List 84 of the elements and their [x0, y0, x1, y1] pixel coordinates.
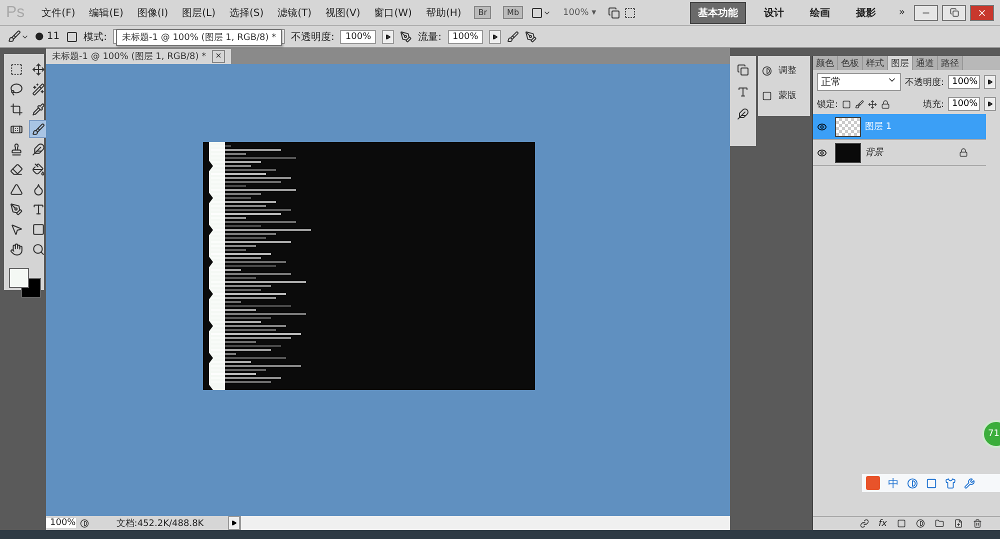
flow-field[interactable]: 100% [448, 30, 484, 44]
link-icon[interactable] [860, 519, 868, 528]
opacity-arrow-button[interactable] [382, 30, 394, 44]
square-icon [762, 90, 772, 100]
close-icon [977, 8, 987, 18]
mask-icon[interactable] [897, 519, 906, 528]
brush-icon[interactable] [29, 120, 47, 138]
trash-icon[interactable] [973, 519, 982, 528]
workspace-tab[interactable]: 摄影 [848, 2, 884, 24]
horizontal-scrollbar[interactable] [240, 516, 730, 530]
flow-arrow-button[interactable] [489, 30, 502, 44]
document-size-text: 文档:452.2K/488.8K [115, 518, 205, 530]
opacity-arrow-button[interactable] [984, 75, 996, 89]
flow-label: 流量: [418, 30, 442, 44]
screen-layout-icon[interactable] [531, 6, 552, 18]
wrench-icon[interactable] [964, 478, 975, 488]
app-launch-button[interactable]: Mb [503, 6, 524, 19]
panel-tab[interactable]: 颜色 [812, 56, 838, 70]
fill-field[interactable]: 100% [948, 97, 980, 111]
mode-label: 模式: [84, 30, 108, 44]
blend-mode-dropdown[interactable]: 正常 [816, 73, 901, 91]
panel-tab[interactable]: 路径 [938, 56, 963, 70]
play-icon [987, 79, 993, 85]
menu-item[interactable]: 文件(F) [36, 6, 80, 20]
menu-item[interactable]: 帮助(H) [420, 6, 466, 20]
layer-name: 图层 1 [864, 121, 893, 133]
workspace-tab[interactable]: 设计 [756, 2, 792, 24]
panel-button[interactable]: 蒙版 [762, 89, 806, 102]
panel-button[interactable]: 调整 [762, 64, 806, 77]
workspace-tab[interactable]: 基本功能 [690, 2, 746, 24]
zoom-field[interactable]: 100% [46, 518, 76, 528]
menu-item[interactable]: 图层(L) [177, 6, 220, 20]
layer-thumbnail [834, 142, 861, 162]
folder-icon[interactable] [935, 519, 944, 528]
lock-label: 锁定: [816, 98, 838, 110]
menu-item[interactable]: 选择(S) [224, 6, 269, 20]
fill-label: 填充: [922, 98, 944, 110]
more-workspaces-button[interactable]: » [894, 7, 910, 18]
fill-arrow-button[interactable] [984, 97, 996, 111]
play-icon [492, 34, 498, 40]
arrange-icon[interactable] [608, 6, 620, 18]
layer-name: 背景 [864, 146, 884, 159]
character-icon[interactable] [737, 86, 750, 98]
panel-tab[interactable]: 色板 [838, 56, 863, 70]
play-icon [385, 34, 392, 40]
restore-icon [950, 8, 958, 17]
app-launch-button[interactable]: Br [474, 6, 492, 19]
menu-item[interactable]: 窗口(W) [369, 6, 417, 20]
menu-item[interactable]: 图像(I) [132, 6, 174, 20]
lock-icon[interactable] [881, 100, 890, 108]
brush-lock-icon[interactable] [855, 100, 864, 108]
brush-size[interactable]: ● 11 [35, 31, 60, 42]
adjustment-icon[interactable] [916, 519, 925, 528]
workspace-tab[interactable]: 绘画 [802, 2, 838, 24]
shirt-icon[interactable] [945, 478, 956, 488]
layer-row[interactable]: 背景 [812, 140, 986, 166]
opacity-label: 不透明度: [904, 76, 944, 88]
opacity-field[interactable]: 100% [340, 30, 376, 44]
layer-thumbnail [834, 116, 861, 136]
panel-tab[interactable]: 图层 [888, 56, 913, 70]
document-tab[interactable]: 未标题-1 @ 100% (图层 1, RGB/8) * × [46, 49, 231, 64]
layer-opacity-field[interactable]: 100% [948, 75, 980, 89]
opacity-label: 不透明度: [291, 30, 334, 44]
menu-item[interactable]: 滤镜(T) [272, 6, 317, 20]
move-lock-icon[interactable] [868, 100, 877, 108]
fx-icon[interactable]: fx [878, 518, 887, 528]
menu-item[interactable]: 视图(V) [320, 6, 366, 20]
tooltip: 未标题-1 @ 100% (图层 1, RGB/8) * [116, 29, 282, 46]
close-button[interactable] [970, 4, 994, 20]
minimize-button[interactable] [914, 4, 938, 20]
zoom-level-menu[interactable]: 100% ▾ [563, 8, 596, 18]
screen-mode-icon[interactable] [624, 6, 636, 18]
half-circle-icon [762, 66, 772, 76]
restore-button[interactable] [942, 4, 966, 20]
panel-tab[interactable]: 样式 [862, 56, 888, 70]
brush-tool-icon[interactable] [8, 30, 29, 43]
play-icon [987, 101, 993, 107]
lock-transparency-icon[interactable] [842, 100, 851, 108]
brush-panel-icon[interactable] [66, 30, 78, 42]
panel-tab[interactable]: 通道 [912, 56, 938, 70]
new-layer-icon[interactable] [954, 519, 963, 528]
play-icon [231, 520, 237, 526]
menu-item[interactable]: 编辑(E) [84, 6, 128, 20]
ime-mode-button[interactable]: 中 [888, 476, 899, 490]
